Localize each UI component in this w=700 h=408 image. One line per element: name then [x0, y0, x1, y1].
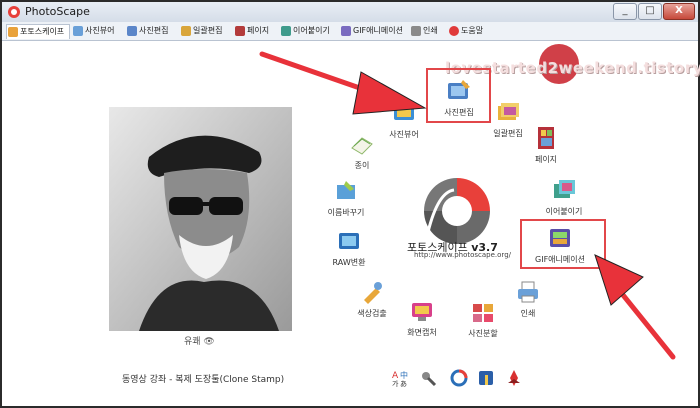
menu-label: 이름바꾸기: [327, 208, 365, 217]
svg-text:あ: あ: [400, 380, 407, 387]
tab-photoscape[interactable]: 포토스케이프: [6, 24, 70, 39]
screen-capture-icon: [412, 303, 432, 321]
menu-label: RAW변환: [332, 258, 366, 267]
tab-label: 페이지: [247, 26, 270, 35]
tab-gif-animation[interactable]: GIF애니메이션: [340, 24, 408, 39]
combine-icon: [554, 180, 575, 198]
tab-label: 포토스케이프: [20, 27, 65, 36]
tab-label: 사진편집: [139, 26, 169, 35]
tab-photo-editor[interactable]: 사진편집: [126, 24, 178, 39]
svg-text:中: 中: [400, 370, 408, 380]
featured-photo: [109, 107, 292, 331]
page-icon: [235, 26, 245, 36]
tab-label: 이어붙이기: [293, 26, 330, 35]
print-icon: [411, 26, 421, 36]
tab-label: 도움말: [461, 26, 484, 35]
maximize-button[interactable]: □: [638, 3, 662, 20]
menu-raw-converter[interactable]: RAW변환: [319, 227, 379, 268]
editor-icon: [127, 26, 137, 36]
menu-screen-capture[interactable]: 화면캡처: [392, 297, 452, 338]
portrait-sketch: [109, 107, 292, 331]
photoscape-window: PhotoScape _ □ X 포토스케이프 사진뷰어 사진편집 일괄편집 페…: [0, 0, 700, 408]
batch-editor-icon: [498, 103, 519, 120]
title-bar: PhotoScape _ □ X: [2, 2, 698, 22]
menu-rename[interactable]: 이름바꾸기: [316, 177, 376, 218]
splitter-icon: [473, 304, 493, 322]
menu-splitter[interactable]: 사진분할: [453, 298, 513, 339]
language-icon[interactable]: A 中 가 あ: [391, 369, 409, 387]
tab-help[interactable]: 도움말: [448, 24, 492, 39]
viewer-icon: [73, 26, 83, 36]
close-button[interactable]: X: [663, 3, 695, 20]
tab-combine[interactable]: 이어붙이기: [280, 24, 338, 39]
photoscape-app-icon: [8, 6, 20, 18]
tab-print[interactable]: 인쇄: [410, 24, 446, 39]
photo-actions[interactable]: 유쾌 👁: [184, 334, 215, 347]
menu-label: 화면캡처: [407, 328, 437, 337]
tab-photo-viewer[interactable]: 사진뷰어: [72, 24, 124, 39]
tab-label: 사진뷰어: [85, 26, 115, 35]
video-tutorial-caption[interactable]: 동영상 강좌 - 복제 도장툴(Clone Stamp): [122, 372, 284, 385]
minimize-button[interactable]: _: [613, 3, 637, 20]
paper-icon: [351, 137, 373, 155]
rename-icon: [337, 181, 355, 199]
tab-label: GIF애니메이션: [353, 26, 403, 35]
tab-bar: 포토스케이프 사진뷰어 사진편집 일괄편집 페이지 이어붙이기 GIF애니메이션: [2, 22, 698, 41]
arrow-to-gif-animation: [594, 254, 676, 360]
rocket-game-icon[interactable]: [505, 369, 523, 387]
menu-page[interactable]: 페이지: [516, 124, 576, 165]
tab-batch-editor[interactable]: 일괄편집: [180, 24, 232, 39]
home-icon: [8, 27, 18, 37]
arrow-to-photo-editor: [259, 51, 427, 115]
photoscape-update-icon[interactable]: [450, 369, 468, 387]
tab-label: 일괄편집: [193, 26, 223, 35]
facebook-share-icon[interactable]: [477, 369, 495, 387]
menu-paper[interactable]: 종이: [332, 130, 392, 171]
print-icon: [518, 281, 538, 303]
combine-icon: [281, 26, 291, 36]
window-title: PhotoScape: [25, 5, 90, 18]
svg-text:가: 가: [392, 379, 399, 387]
menu-label: 페이지: [534, 155, 558, 164]
menu-combine[interactable]: 이어붙이기: [534, 176, 594, 217]
tab-label: 인쇄: [423, 26, 438, 35]
menu-label: 종이: [354, 161, 370, 170]
color-picker-icon: [364, 282, 382, 304]
page-icon: [538, 127, 554, 149]
tab-page[interactable]: 페이지: [234, 24, 278, 39]
raw-converter-icon: [339, 233, 359, 249]
menu-label: 이어붙이기: [545, 207, 583, 216]
gif-icon: [341, 26, 351, 36]
batch-icon: [181, 26, 191, 36]
help-icon: [449, 26, 459, 36]
logo-url[interactable]: http://www.photoscape.org/: [414, 251, 511, 259]
menu-label: 사진분할: [468, 329, 498, 338]
settings-tool-icon[interactable]: [419, 369, 437, 387]
